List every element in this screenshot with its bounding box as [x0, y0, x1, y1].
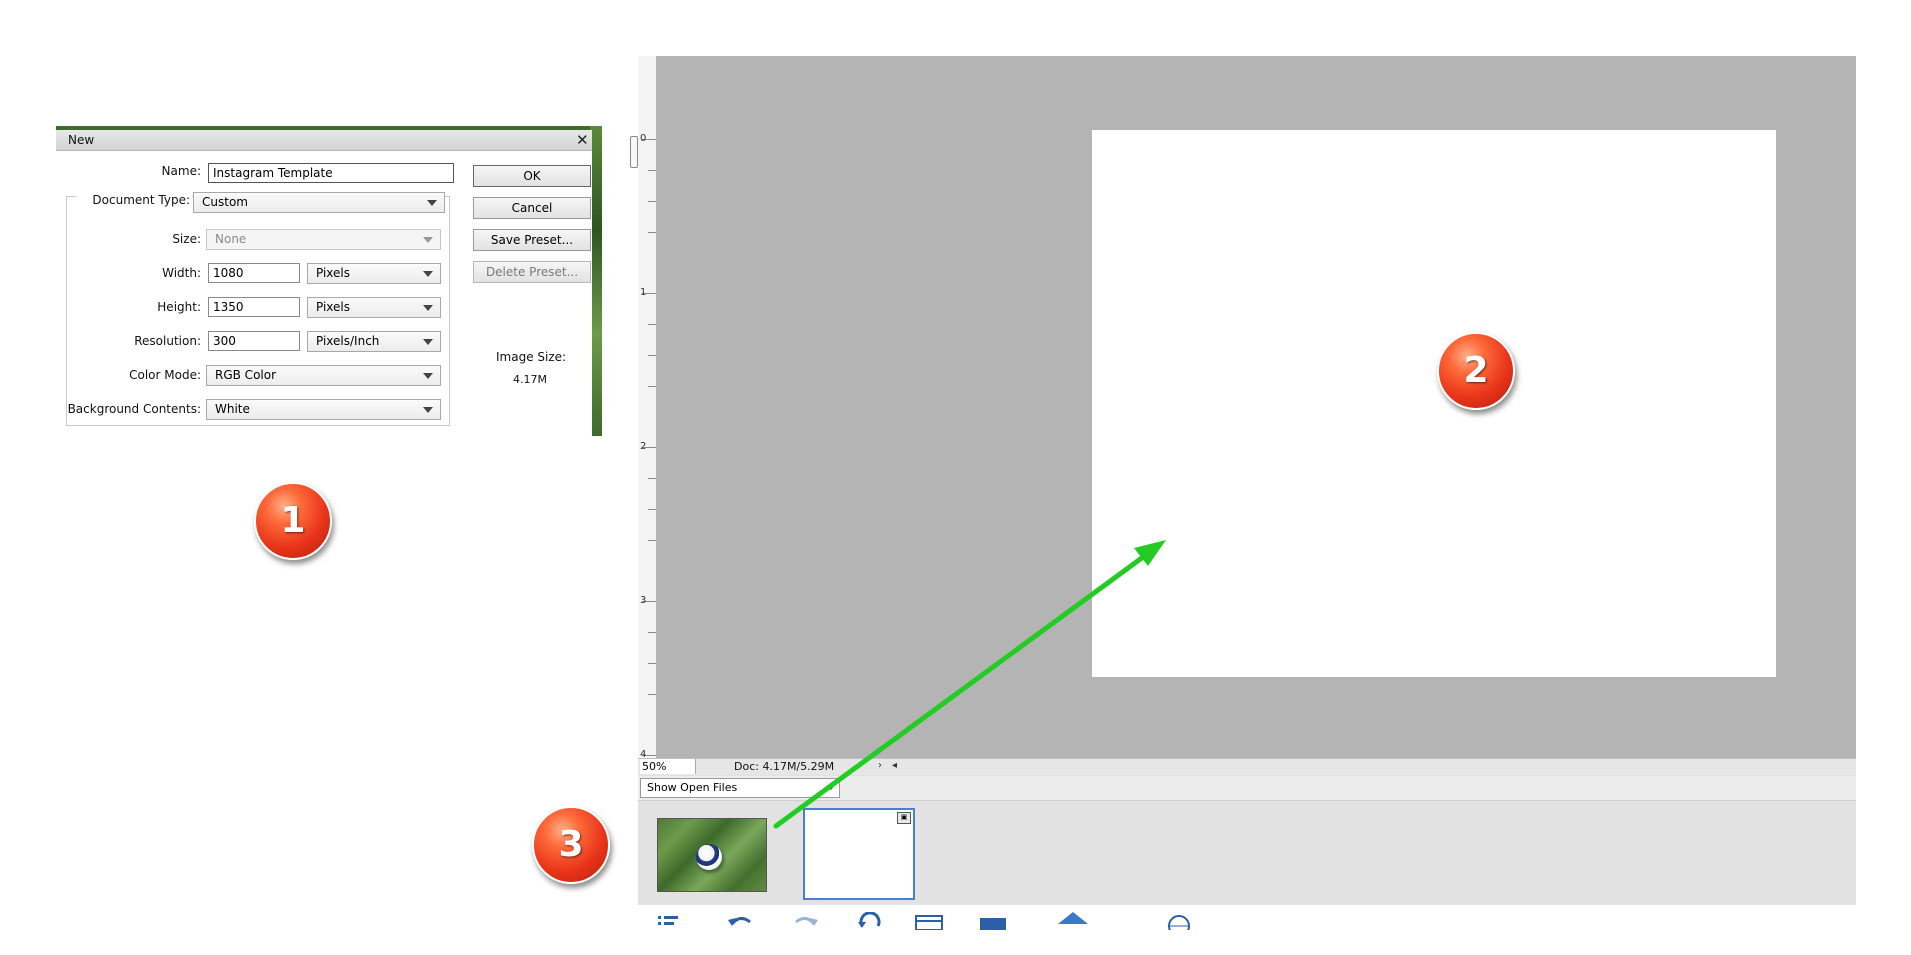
step-badge-number: 1	[280, 500, 306, 541]
step-badge-3: 3	[532, 806, 610, 884]
annotation-arrow-overlay	[773, 540, 1166, 829]
step-badge-1: 1	[254, 482, 332, 560]
green-arrow-shaft	[773, 549, 1153, 829]
step-badge-number: 2	[1463, 350, 1489, 391]
step-badge-2: 2	[1437, 332, 1515, 410]
step-badge-number: 3	[558, 824, 584, 865]
